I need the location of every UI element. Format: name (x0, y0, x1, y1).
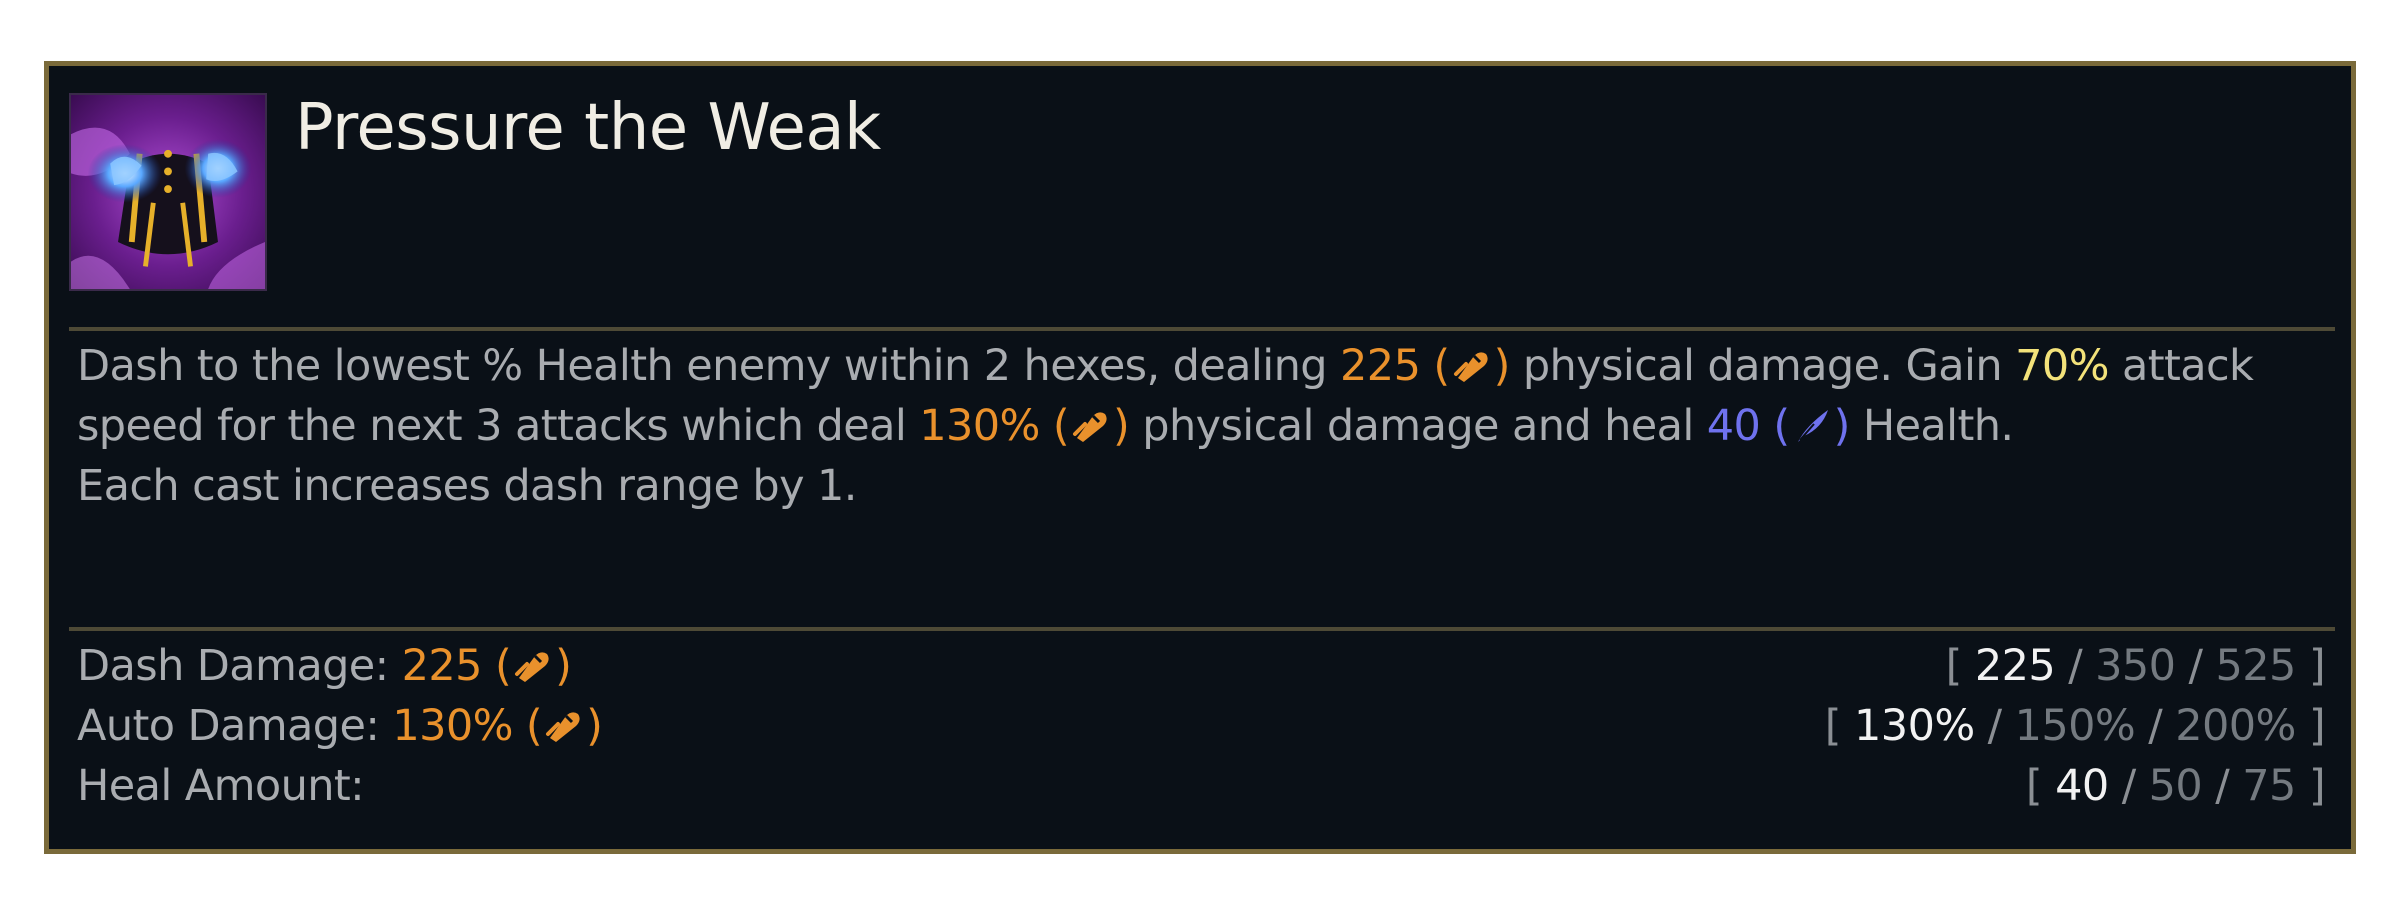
tier-2-value: 150% (2014, 701, 2136, 751)
ability-icon (69, 93, 267, 291)
tier-3-value: 525 (2215, 641, 2296, 691)
description-line-3: Each cast increases dash range by 1. (77, 461, 857, 511)
stats-list: Dash Damage: 225 () [ 225 / 350 / 525 ] … (77, 636, 2326, 816)
ability-tooltip: Pressure the Weak Dash to the lowest % H… (44, 61, 2356, 854)
stat-label: Auto Damage: (77, 701, 393, 751)
attack-speed-value: 70% (2015, 341, 2109, 391)
stat-row-heal-amount: Heal Amount: [ 40 / 50 / 75 ] (77, 756, 2326, 816)
ability-description: Dash to the lowest % Health enemy within… (77, 336, 2317, 516)
stat-label: Heal Amount: (77, 761, 365, 811)
divider-top (69, 327, 2335, 331)
description-line-2: speed for the next 3 attacks which deal … (77, 401, 2014, 451)
stat-row-dash-damage: Dash Damage: 225 () [ 225 / 350 / 525 ] (77, 636, 2326, 696)
stat-value: 130% (392, 701, 513, 751)
divider-bottom (69, 627, 2335, 631)
tier-3-value: 75 (2242, 761, 2296, 811)
attack-damage-icon (1452, 346, 1492, 386)
stat-tiers: [ 130% / 150% / 200% ] (1824, 701, 2326, 751)
tier-1-value: 130% (1854, 701, 1975, 751)
dash-damage-value: 225 (1340, 341, 1421, 391)
stat-value: 225 (401, 641, 483, 691)
attack-damage-icon (513, 646, 553, 686)
tier-1-value: 225 (1974, 641, 2056, 691)
ability-power-icon (1792, 406, 1832, 446)
stat-label: Dash Damage: (77, 641, 402, 691)
heal-value: 40 (1706, 401, 1761, 451)
tier-3-value: 200% (2175, 701, 2296, 751)
description-line-1: Dash to the lowest % Health enemy within… (77, 341, 2254, 391)
ability-title: Pressure the Weak (295, 91, 881, 165)
stat-row-auto-damage: Auto Damage: 130% () [ 130% / 150% / 200… (77, 696, 2326, 756)
stat-tiers: [ 40 / 50 / 75 ] (2025, 761, 2326, 811)
tier-2-value: 50 (2148, 761, 2203, 811)
auto-damage-value: 130% (919, 401, 1040, 451)
attack-damage-icon (544, 706, 584, 746)
tier-2-value: 350 (2095, 641, 2176, 691)
stat-tiers: [ 225 / 350 / 525 ] (1945, 641, 2326, 691)
purple-claws-icon (71, 95, 265, 289)
attack-damage-icon (1071, 406, 1111, 446)
tier-1-value: 40 (2055, 761, 2109, 811)
